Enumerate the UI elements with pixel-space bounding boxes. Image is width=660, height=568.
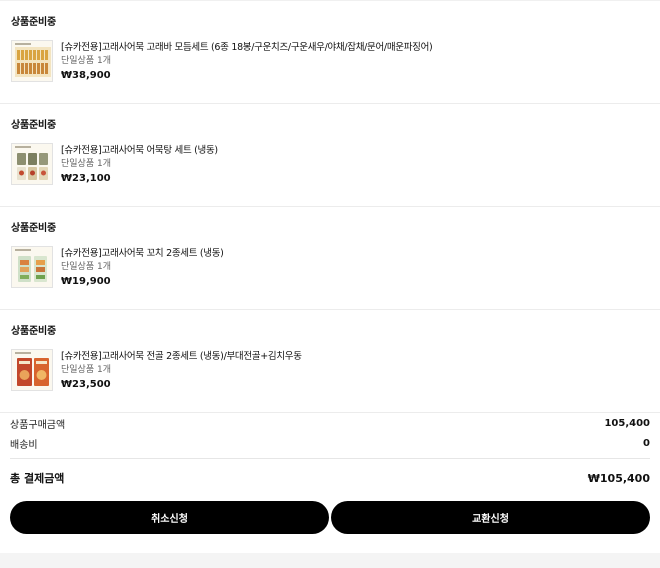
product-option: 단일상품 1개 <box>61 56 111 66</box>
order-status: 상품준비중 <box>11 223 56 234</box>
order-item: 상품준비중 <box>0 0 660 103</box>
shipping-value: 0 <box>643 437 650 449</box>
product-row[interactable]: [슈카전용]고래사어묵 어묵탕 세트 (냉동) 단일상품 1개 ₩23,100 <box>11 143 650 186</box>
product-row[interactable]: [슈카전용]고래사어묵 꼬치 2종세트 (냉동) 단일상품 1개 ₩19,900 <box>11 246 650 289</box>
product-price: ₩19,900 <box>61 276 111 287</box>
product-total-label: 상품구매금액 <box>10 419 66 431</box>
product-total-value: 105,400 <box>604 417 650 429</box>
product-row[interactable]: [슈카전용]고래사어묵 고래바 모듬세트 (6종 18봉/구운치즈/구운새우/야… <box>11 40 650 83</box>
product-name[interactable]: [슈카전용]고래사어묵 고래바 모듬세트 (6종 18봉/구운치즈/구운새우/야… <box>61 41 433 54</box>
fishcake-soup-set-image[interactable] <box>11 143 53 185</box>
fishcake-skewer-set-image[interactable] <box>11 246 53 288</box>
grand-total-value: ₩105,400 <box>587 471 650 485</box>
order-status: 상품준비중 <box>11 17 56 28</box>
product-info: [슈카전용]고래사어묵 전골 2종세트 (냉동)/부대전골+김치우동 단일상품 … <box>61 349 302 392</box>
product-option: 단일상품 1개 <box>61 365 111 375</box>
order-item: 상품준비중 <box>0 103 660 206</box>
fishcake-hotpot-set-image[interactable] <box>11 349 53 391</box>
product-name[interactable]: [슈카전용]고래사어묵 어묵탕 세트 (냉동) <box>61 144 218 157</box>
order-item-list: 상품준비중 [슈카전용]고래사어묵 고래바 모듬세트 (6종 18봉/구운치즈/… <box>0 0 660 412</box>
product-name[interactable]: [슈카전용]고래사어묵 꼬치 2종세트 (냉동) <box>61 247 224 260</box>
product-row[interactable]: [슈카전용]고래사어묵 전골 2종세트 (냉동)/부대전골+김치우동 단일상품 … <box>11 349 650 392</box>
product-info: [슈카전용]고래사어묵 어묵탕 세트 (냉동) 단일상품 1개 ₩23,100 <box>61 143 218 186</box>
grand-total-row: 총 결제금액 ₩105,400 <box>10 459 650 497</box>
product-price: ₩23,500 <box>61 379 111 390</box>
product-total-row: 상품구매금액 105,400 <box>10 413 650 433</box>
product-option: 단일상품 1개 <box>61 262 111 272</box>
order-item: 상품준비중 <box>0 206 660 309</box>
product-price: ₩23,100 <box>61 173 111 184</box>
order-status: 상품준비중 <box>11 326 56 337</box>
order-status: 상품준비중 <box>11 120 56 131</box>
order-detail-page: 상품준비중 [슈카전용]고래사어묵 고래바 모듬세트 (6종 18봉/구운치즈/… <box>0 0 660 568</box>
payment-summary: 상품구매금액 105,400 배송비 0 총 결제금액 ₩105,400 취소신… <box>0 412 660 553</box>
fishcake-bar-set-image[interactable] <box>11 40 53 82</box>
grand-total-label: 총 결제금액 <box>10 472 65 485</box>
product-info: [슈카전용]고래사어묵 고래바 모듬세트 (6종 18봉/구운치즈/구운새우/야… <box>61 40 433 83</box>
product-price: ₩38,900 <box>61 70 111 81</box>
product-info: [슈카전용]고래사어묵 꼬치 2종세트 (냉동) 단일상품 1개 ₩19,900 <box>61 246 224 289</box>
exchange-request-button[interactable]: 교환신청 <box>331 501 650 534</box>
product-name[interactable]: [슈카전용]고래사어묵 전골 2종세트 (냉동)/부대전골+김치우동 <box>61 350 302 363</box>
cancel-request-button[interactable]: 취소신청 <box>10 501 329 534</box>
action-buttons: 취소신청 교환신청 <box>10 501 650 534</box>
shipping-row: 배송비 0 <box>10 433 650 453</box>
order-item: 상품준비중 [슈카전용]고래사어묵 전골 2종세트 (냉동)/부대전골+김치우동… <box>0 309 660 412</box>
product-option: 단일상품 1개 <box>61 159 111 169</box>
shipping-label: 배송비 <box>10 439 38 451</box>
